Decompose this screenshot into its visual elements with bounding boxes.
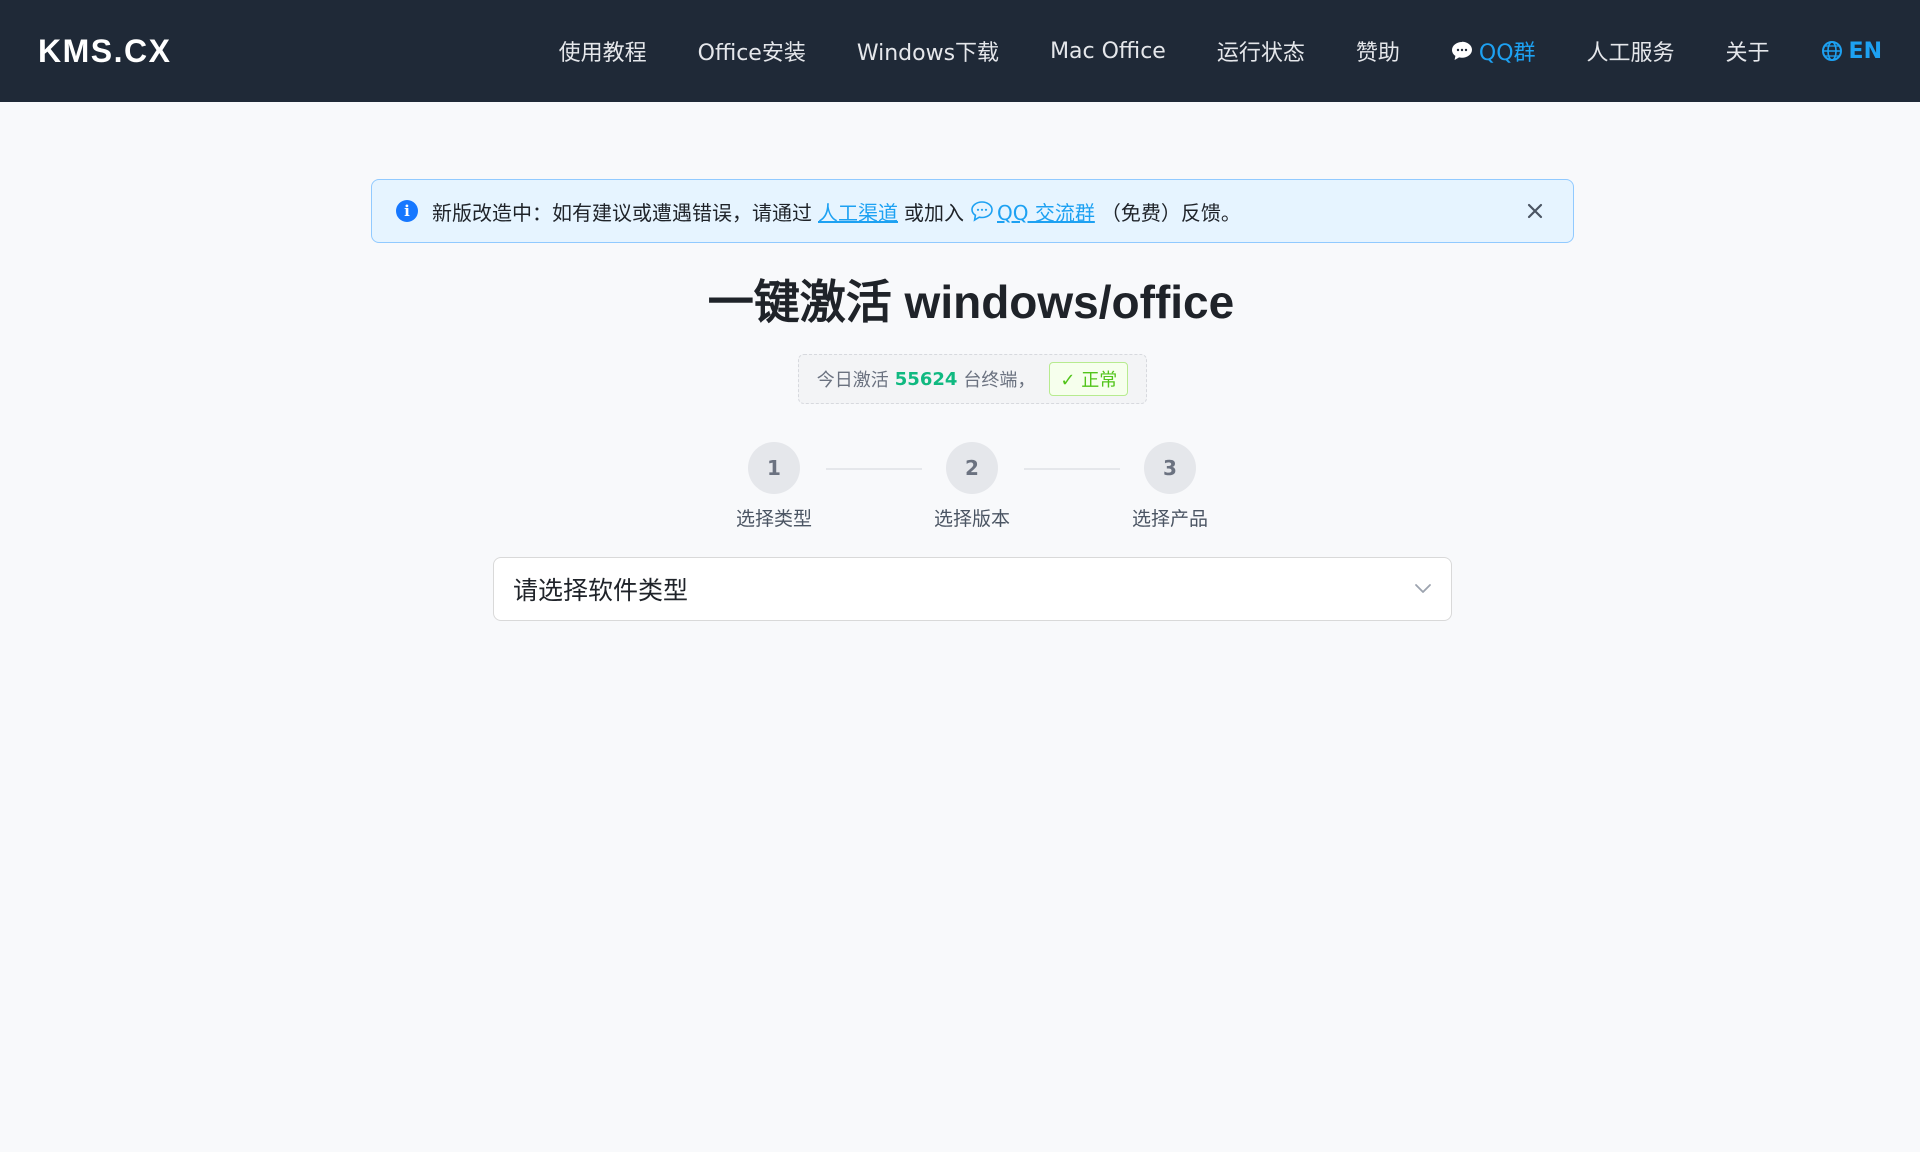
nav-tutorial[interactable]: 使用教程: [559, 35, 647, 67]
top-navbar: KMS.CX 使用教程 Office安装 Windows下载 Mac Offic…: [0, 0, 1920, 102]
select-placeholder: 请选择软件类型: [513, 576, 689, 605]
nav-office-install[interactable]: Office安装: [698, 35, 806, 67]
qq-group-link[interactable]: QQ 交流群: [970, 197, 1095, 226]
nav-qq-group-label: QQ群: [1478, 41, 1536, 66]
qq-group-link-label: QQ 交流群: [997, 200, 1095, 225]
stats-suffix: 台终端，: [963, 370, 1036, 391]
nav-qq-group[interactable]: QQ群: [1451, 35, 1536, 67]
step-indicator: 1 选择类型 2 选择版本 3 选择产品: [0, 442, 1920, 532]
language-label: EN: [1848, 38, 1882, 64]
activation-stats: 今日激活 55624 台终端， ✓ 正常: [798, 354, 1147, 404]
nav-about[interactable]: 关于: [1726, 35, 1770, 67]
main-nav: 使用教程 Office安装 Windows下载 Mac Office 运行状态 …: [559, 0, 1882, 102]
notice-middle: 或加入: [904, 200, 964, 225]
site-logo[interactable]: KMS.CX: [38, 33, 171, 70]
step-1: 1 选择类型: [714, 442, 834, 531]
status-badge: ✓ 正常: [1049, 362, 1129, 396]
nav-mac-office[interactable]: Mac Office: [1050, 39, 1166, 64]
globe-icon: [1821, 40, 1843, 62]
nav-windows-download[interactable]: Windows下载: [857, 35, 999, 67]
manual-channel-link[interactable]: 人工渠道: [818, 197, 898, 226]
step-connector: [1024, 468, 1120, 470]
chat-bubble-icon: [1451, 41, 1473, 61]
close-icon[interactable]: [1521, 197, 1549, 225]
page-title: 一键激活 windows/office: [707, 276, 1235, 328]
activation-count: 55624: [894, 368, 958, 390]
step-number: 2: [946, 442, 998, 494]
step-connector: [826, 468, 922, 470]
step-2: 2 选择版本: [912, 442, 1032, 531]
step-number: 3: [1144, 442, 1196, 494]
step-label: 选择类型: [735, 508, 812, 530]
notice-banner: i 新版改造中：如有建议或遭遇错误，请通过 人工渠道 或加入 QQ 交流群 （免…: [371, 179, 1574, 243]
stats-prefix: 今日激活: [816, 370, 889, 391]
step-label: 选择版本: [933, 508, 1010, 530]
step-3: 3 选择产品: [1110, 442, 1230, 531]
language-switch[interactable]: EN: [1821, 39, 1882, 64]
step-label: 选择产品: [1131, 508, 1208, 530]
nav-status[interactable]: 运行状态: [1217, 35, 1305, 67]
notice-prefix: 新版改造中：如有建议或遭遇错误，请通过: [432, 200, 812, 225]
nav-manual-service[interactable]: 人工服务: [1587, 35, 1675, 67]
chat-bubble-icon: [970, 200, 994, 222]
step-number: 1: [748, 442, 800, 494]
software-type-select[interactable]: 请选择软件类型: [493, 557, 1452, 621]
info-icon: i: [396, 200, 418, 222]
nav-sponsor[interactable]: 赞助: [1356, 35, 1400, 67]
notice-suffix: （免费）反馈。: [1100, 200, 1241, 225]
chevron-down-icon: [1414, 583, 1432, 595]
